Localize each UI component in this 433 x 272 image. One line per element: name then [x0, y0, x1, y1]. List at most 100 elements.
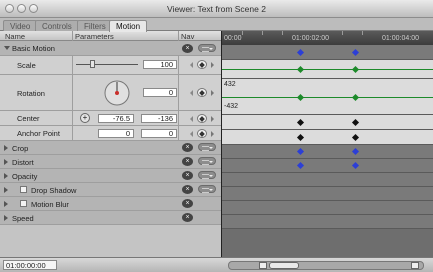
tab-video[interactable]: Video — [3, 20, 38, 31]
scale-slider-thumb[interactable] — [90, 60, 95, 68]
disclosure-triangle-icon[interactable] — [4, 187, 8, 193]
column-divider — [178, 31, 179, 41]
tab-filters[interactable]: Filters — [77, 20, 113, 31]
keyframe-marker[interactable] — [351, 147, 360, 156]
ruler-tick — [342, 31, 343, 35]
timecode-field[interactable]: 01:00:00:00 — [3, 260, 57, 270]
rotation-dial-icon[interactable] — [102, 78, 132, 108]
row-center: Center + -76.5 -136 — [0, 111, 221, 126]
disclosure-triangle-icon[interactable] — [4, 173, 8, 179]
row-label: Crop — [12, 144, 29, 153]
scale-value-field[interactable]: 100 — [143, 60, 177, 69]
row-motion-blur[interactable]: Motion Blur × — [0, 197, 221, 211]
keyframe-marker[interactable] — [296, 48, 305, 57]
timeline-row — [222, 115, 433, 130]
keyframe-marker[interactable] — [351, 133, 360, 142]
reset-x-icon[interactable]: × — [182, 44, 193, 53]
row-scale: Scale 100 — [0, 56, 221, 75]
ruler-tick — [262, 31, 263, 35]
timeline-row — [222, 187, 433, 201]
disclosure-triangle-icon[interactable] — [4, 145, 8, 151]
row-drop-shadow[interactable]: Drop Shadow × — [0, 183, 221, 197]
tab-motion[interactable]: Motion — [109, 20, 148, 32]
row-label: Basic Motion — [12, 44, 55, 53]
reset-x-icon[interactable]: × — [182, 157, 193, 166]
menu-icon[interactable] — [198, 185, 216, 193]
timeline-row — [222, 173, 433, 187]
reset-x-icon[interactable]: × — [182, 199, 193, 208]
keyframe-nav-icon[interactable] — [190, 129, 214, 138]
keyframe-marker[interactable] — [296, 93, 305, 102]
motion-blur-checkbox[interactable] — [20, 200, 27, 207]
row-crop[interactable]: Crop × — [0, 141, 221, 155]
ruler-tick — [242, 31, 243, 35]
keyframe-marker[interactable] — [351, 161, 360, 170]
center-y-field[interactable]: -136 — [141, 114, 177, 123]
graph-min-label: -432 — [224, 103, 239, 110]
column-header: Name Parameters Nav — [0, 31, 221, 41]
column-name: Name — [5, 32, 26, 41]
row-label: Center — [17, 114, 40, 123]
keyframe-marker[interactable] — [351, 93, 360, 102]
column-divider — [72, 56, 73, 74]
keyframe-nav-icon[interactable] — [190, 114, 214, 123]
reset-x-icon[interactable]: × — [182, 213, 193, 222]
timeline-scrollbar[interactable] — [228, 261, 424, 270]
row-distort[interactable]: Distort × — [0, 155, 221, 169]
tab-bar: Video Controls Filters Motion — [0, 18, 433, 32]
tab-controls[interactable]: Controls — [35, 20, 79, 31]
keyframe-marker[interactable] — [351, 118, 360, 127]
disclosure-triangle-icon[interactable] — [4, 201, 8, 207]
keyframe-marker[interactable] — [351, 65, 360, 74]
keyframe-marker[interactable] — [351, 48, 360, 57]
keyframe-nav-icon[interactable] — [190, 88, 214, 97]
keyframe-marker[interactable] — [296, 65, 305, 74]
column-parameters: Parameters — [75, 32, 114, 41]
keyframe-marker[interactable] — [296, 133, 305, 142]
disclosure-triangle-icon[interactable] — [4, 159, 8, 165]
reset-x-icon[interactable]: × — [182, 185, 193, 194]
center-x-field[interactable]: -76.5 — [98, 114, 134, 123]
crosshair-icon[interactable]: + — [80, 113, 90, 123]
anchor-y-field[interactable]: 0 — [141, 129, 177, 138]
row-speed[interactable]: Speed × — [0, 211, 221, 225]
reset-x-icon[interactable]: × — [182, 143, 193, 152]
row-label: Speed — [12, 214, 34, 223]
scroll-thumb[interactable] — [269, 262, 299, 269]
viewer-window: Viewer: Text from Scene 2 Video Controls… — [0, 0, 433, 272]
keyframe-nav-icon[interactable] — [190, 60, 214, 69]
keyframe-marker[interactable] — [296, 161, 305, 170]
keyframe-marker[interactable] — [296, 118, 305, 127]
disclosure-triangle-icon[interactable] — [4, 46, 10, 50]
menu-icon[interactable] — [198, 171, 216, 179]
column-divider — [72, 126, 73, 140]
timeline-row: 432 -432 — [222, 79, 433, 115]
column-divider — [178, 111, 179, 125]
graph-max-label: 432 — [224, 81, 236, 88]
scale-slider-track[interactable] — [76, 64, 138, 65]
menu-icon[interactable] — [198, 44, 216, 52]
column-divider — [178, 126, 179, 140]
keyframe-timeline[interactable]: 432 -432 — [221, 45, 433, 257]
ruler-tick — [362, 31, 363, 35]
menu-icon[interactable] — [198, 157, 216, 165]
scroll-right-button[interactable] — [411, 262, 419, 269]
column-divider — [72, 111, 73, 125]
row-label: Distort — [12, 158, 34, 167]
anchor-x-field[interactable]: 0 — [98, 129, 134, 138]
keyframe-marker[interactable] — [296, 147, 305, 156]
menu-icon[interactable] — [198, 143, 216, 151]
title-bar: Viewer: Text from Scene 2 — [0, 0, 433, 18]
drop-shadow-checkbox[interactable] — [20, 186, 27, 193]
row-label: Anchor Point — [17, 129, 60, 138]
scroll-left-button[interactable] — [259, 262, 267, 269]
row-basic-motion[interactable]: Basic Motion × — [0, 41, 221, 56]
timeline-row — [222, 130, 433, 145]
row-label: Opacity — [12, 172, 38, 181]
row-opacity[interactable]: Opacity × — [0, 169, 221, 183]
timeline-ruler[interactable]: 00:00 01:00:02:00 01:00:04:00 — [221, 31, 433, 45]
disclosure-triangle-icon[interactable] — [4, 215, 8, 221]
timeline-row — [222, 159, 433, 173]
reset-x-icon[interactable]: × — [182, 171, 193, 180]
rotation-value-field[interactable]: 0 — [143, 88, 177, 97]
